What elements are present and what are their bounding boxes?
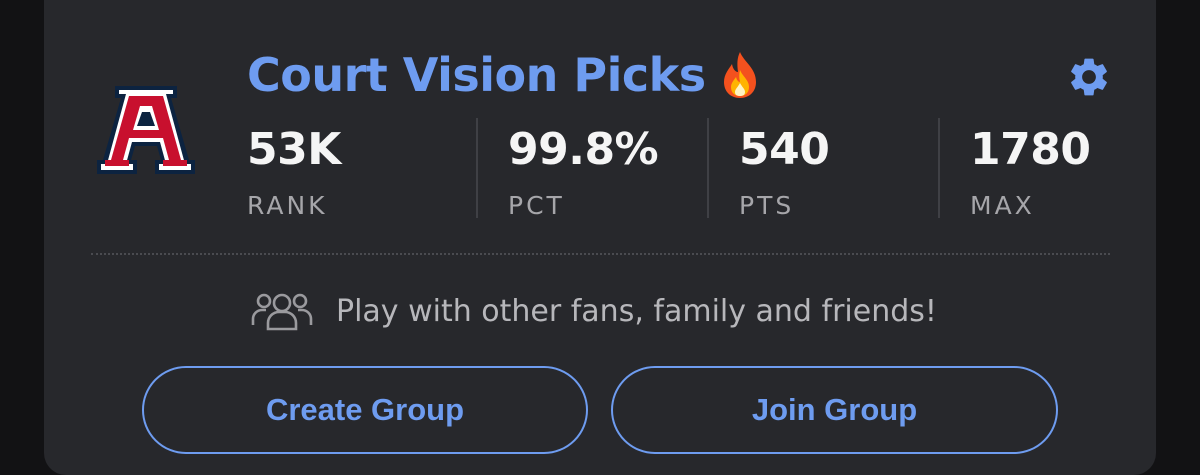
stat-label: RANK xyxy=(247,191,328,220)
gear-icon[interactable] xyxy=(1066,54,1112,100)
stats-row: 53K RANK 99.8% PCT 540 PTS 1780 MAX xyxy=(247,116,1171,221)
stat-label: MAX xyxy=(970,191,1035,220)
stat-divider xyxy=(938,118,940,218)
invite-row: Play with other fans, family and friends… xyxy=(250,286,937,336)
stat-max: 1780 MAX xyxy=(938,116,1171,220)
stat-value: 540 xyxy=(739,124,830,175)
group-icon xyxy=(251,293,313,331)
create-group-button[interactable]: Create Group xyxy=(142,366,588,454)
stat-divider xyxy=(476,118,478,218)
fire-icon xyxy=(723,52,756,98)
stat-rank: 53K RANK xyxy=(247,116,478,221)
bracket-card: Court Vision Picks 53K RANK 99.8% PCT 54… xyxy=(44,0,1156,475)
stat-label: PCT xyxy=(508,191,565,220)
page-title: Court Vision Picks xyxy=(247,48,706,102)
stat-divider xyxy=(707,118,709,218)
stat-value: 1780 xyxy=(970,124,1091,175)
join-group-button[interactable]: Join Group xyxy=(611,366,1058,454)
stat-value: 99.8% xyxy=(508,124,659,175)
team-logo xyxy=(97,86,195,174)
stat-pts: 540 PTS xyxy=(707,116,940,220)
stat-pct: 99.8% PCT xyxy=(476,116,709,220)
title-row: Court Vision Picks xyxy=(247,42,762,108)
stat-label: PTS xyxy=(739,191,795,220)
section-divider xyxy=(91,253,1110,255)
invite-text: Play with other fans, family and friends… xyxy=(336,293,937,329)
stat-value: 53K xyxy=(247,124,341,175)
